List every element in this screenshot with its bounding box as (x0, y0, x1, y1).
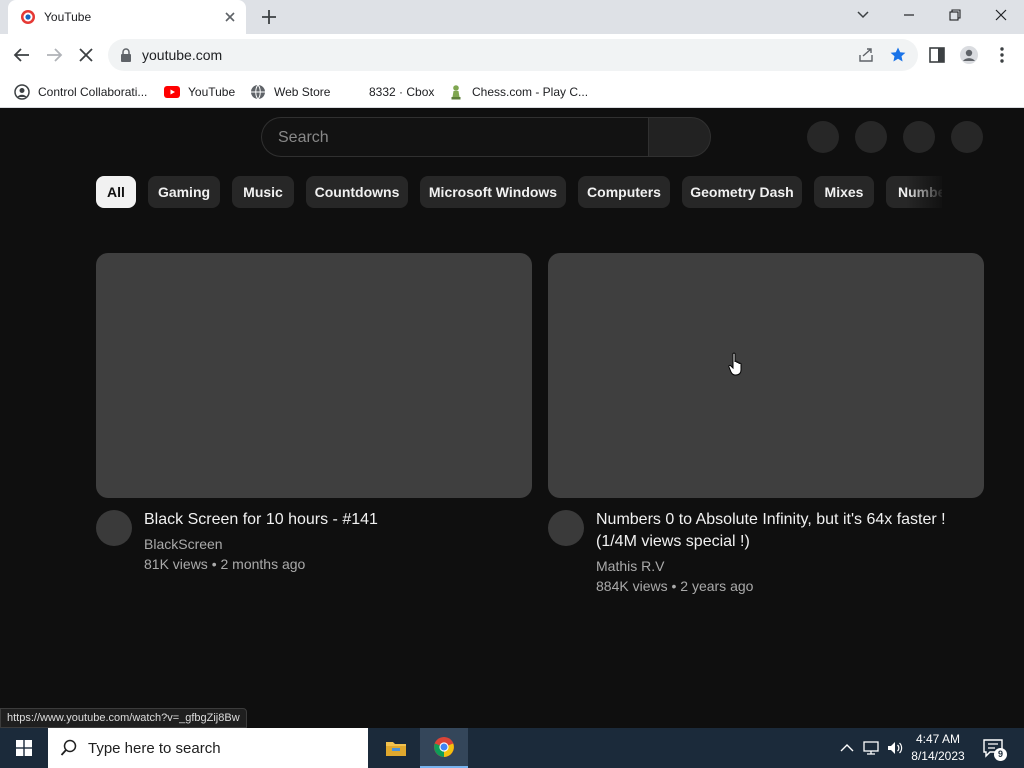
profile-avatar-icon[interactable] (959, 45, 979, 65)
bookmark-cbox[interactable]: 8332 · Cbox (369, 83, 434, 101)
address-bar[interactable]: youtube.com (108, 39, 918, 71)
stop-loading-button[interactable] (74, 43, 98, 67)
bookmark-control-collaboration[interactable]: Control Collaborati... (14, 83, 147, 101)
person-circle-icon (14, 84, 30, 100)
taskbar-search-placeholder: Type here to search (88, 740, 221, 757)
bookmark-star-icon[interactable] (889, 46, 907, 64)
side-panel-icon[interactable] (927, 45, 947, 65)
channel-avatar[interactable] (548, 510, 584, 546)
chip-countdowns[interactable]: Countdowns (306, 176, 408, 208)
bookmarks-bar: Control Collaborati... YouTube Web Store… (0, 76, 1024, 108)
windows-logo-icon (16, 740, 32, 756)
chip-computers[interactable]: Computers (578, 176, 670, 208)
header-button-1[interactable] (807, 121, 839, 153)
filter-chips-bar: All Gaming Music Countdowns Microsoft Wi… (96, 176, 942, 209)
restore-icon (949, 9, 961, 21)
arrow-right-icon (47, 48, 63, 62)
taskbar-file-explorer[interactable] (372, 728, 420, 768)
search-input[interactable]: Search (261, 117, 649, 157)
notification-count-badge: 9 (994, 748, 1007, 761)
browser-toolbar: youtube.com (0, 34, 1024, 76)
share-icon[interactable] (857, 46, 875, 64)
chip-geometry-dash[interactable]: Geometry Dash (682, 176, 802, 208)
arrow-left-icon (13, 48, 29, 62)
hand-pointer-cursor-icon (728, 352, 742, 376)
minimize-icon (904, 14, 914, 16)
forward-button[interactable] (42, 43, 66, 67)
folder-icon (386, 742, 406, 756)
tab-youtube[interactable]: YouTube (8, 0, 246, 34)
back-button[interactable] (10, 43, 34, 67)
search-button[interactable] (648, 117, 711, 157)
link-status-bubble: https://www.youtube.com/watch?v=_gfbgZij… (0, 708, 247, 728)
video-title[interactable]: Numbers 0 to Absolute Infinity, but it's… (596, 509, 976, 553)
bookmark-youtube[interactable]: YouTube (164, 83, 235, 101)
search-icon (60, 739, 77, 756)
chrome-icon (434, 737, 454, 757)
globe-icon (251, 84, 265, 100)
taskbar-search-box[interactable]: Type here to search (48, 728, 368, 768)
chip-microsoft-windows[interactable]: Microsoft Windows (420, 176, 566, 208)
url-text[interactable]: youtube.com (142, 47, 222, 63)
search-placeholder: Search (278, 129, 329, 146)
close-icon (995, 9, 1007, 21)
chip-music[interactable]: Music (232, 176, 294, 208)
new-tab-icon[interactable] (259, 7, 279, 27)
start-button[interactable] (0, 728, 48, 768)
chip-all[interactable]: All (96, 176, 136, 208)
chevron-up-icon[interactable] (838, 739, 856, 757)
minimize-button[interactable] (886, 0, 932, 30)
taskbar-clock[interactable]: 4:47 AM 8/14/2023 (902, 731, 974, 765)
chevron-down-icon (857, 11, 869, 19)
chips-fade-overlay (906, 176, 946, 209)
channel-name[interactable]: Mathis R.V (596, 556, 664, 576)
youtube-favicon-icon (21, 10, 35, 24)
youtube-icon (164, 86, 180, 98)
network-icon[interactable] (862, 739, 880, 757)
channel-name[interactable]: BlackScreen (144, 534, 223, 554)
video-thumbnail[interactable] (548, 253, 984, 498)
video-meta: 884K views • 2 years ago (596, 578, 754, 594)
video-meta: 81K views • 2 months ago (144, 556, 306, 572)
tab-search-button[interactable] (840, 0, 886, 30)
video-thumbnail[interactable] (96, 253, 532, 498)
video-title[interactable]: Black Screen for 10 hours - #141 (144, 509, 532, 531)
chip-mixes[interactable]: Mixes (814, 176, 874, 208)
restore-button[interactable] (932, 0, 978, 30)
lock-icon[interactable] (120, 48, 132, 62)
taskbar-chrome[interactable] (420, 728, 468, 768)
clock-date: 8/14/2023 (911, 749, 965, 763)
close-window-button[interactable] (978, 0, 1024, 30)
windows-taskbar: Type here to search 4:47 AM 8/14/2023 9 (0, 728, 1024, 768)
header-button-3[interactable] (903, 121, 935, 153)
bookmark-chess[interactable]: Chess.com - Play C... (448, 83, 588, 101)
bookmark-web-store[interactable]: Web Store (250, 83, 330, 101)
chess-pawn-icon (451, 85, 461, 100)
clock-time: 4:47 AM (915, 732, 961, 746)
stop-x-icon (79, 48, 93, 62)
tab-strip: YouTube (0, 0, 1024, 34)
youtube-page: Search All Gaming Music Countdowns Micro… (0, 109, 1024, 728)
close-tab-icon[interactable] (222, 9, 238, 25)
header-button-2[interactable] (855, 121, 887, 153)
tab-title: YouTube (44, 10, 92, 24)
header-button-4[interactable] (951, 121, 983, 153)
menu-kebab-icon[interactable] (992, 45, 1012, 65)
channel-avatar[interactable] (96, 510, 132, 546)
chip-gaming[interactable]: Gaming (148, 176, 220, 208)
